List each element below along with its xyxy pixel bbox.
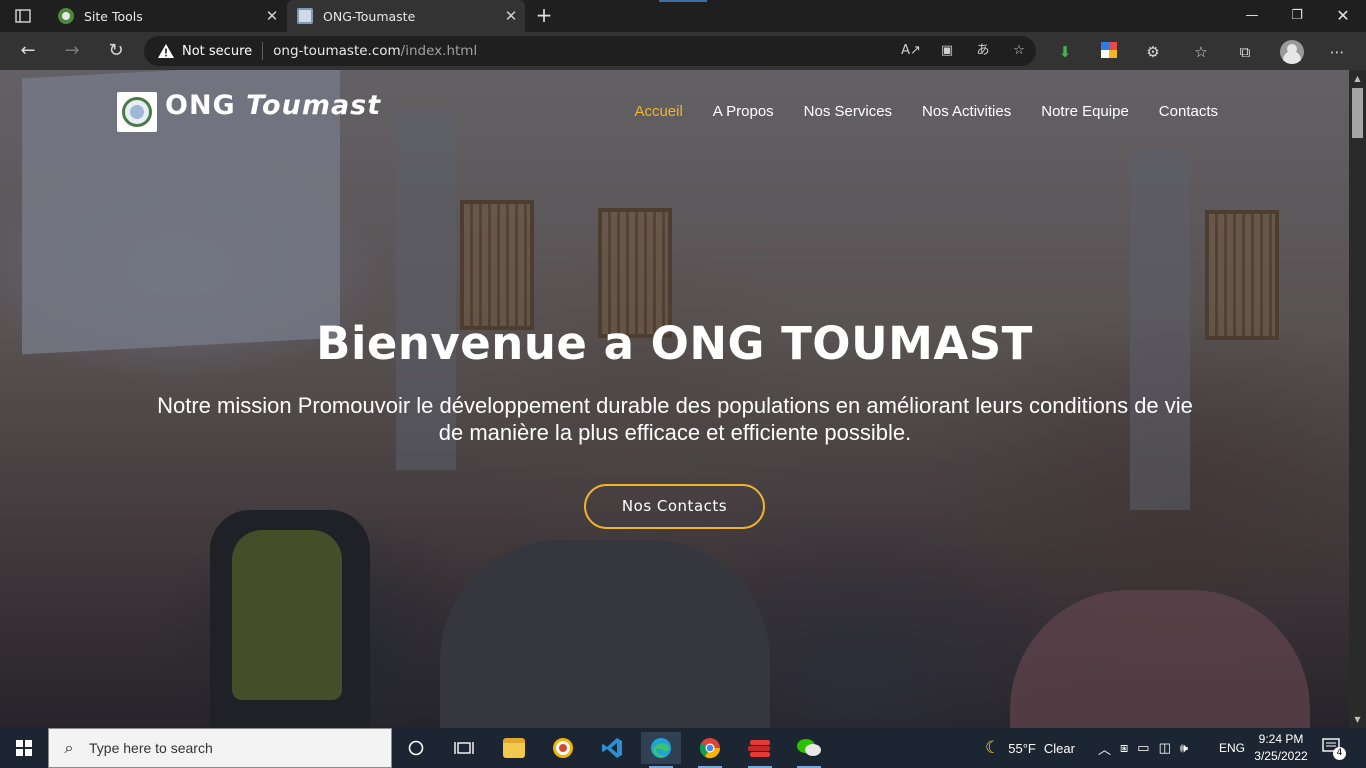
cortana-icon[interactable] bbox=[396, 732, 436, 764]
hero-subtitle-line: de manière la plus efficace et efficient… bbox=[438, 420, 912, 445]
weather-widget[interactable]: ☾ 55°F Clear bbox=[985, 728, 1075, 768]
tab-indicator bbox=[659, 0, 707, 2]
task-view-icon[interactable] bbox=[444, 732, 484, 764]
nav-item-accueil[interactable]: Accueil bbox=[619, 103, 697, 120]
browser-toolbar: ← → ↻ Not secure ong-toumaste.com/index.… bbox=[0, 32, 1366, 70]
vscode-icon[interactable] bbox=[592, 732, 632, 764]
nav-item-nos-activities[interactable]: Nos Activities bbox=[907, 103, 1026, 120]
site-brand[interactable]: ONG Toumast bbox=[165, 90, 381, 121]
battery-icon[interactable]: ▭ bbox=[1137, 740, 1149, 756]
tab-strip: Site Tools ✕ ONG-Toumaste ✕ + — ❐ ✕ bbox=[0, 0, 1366, 32]
weather-text: Clear bbox=[1043, 740, 1075, 756]
favorites-icon[interactable]: ☆ bbox=[1190, 41, 1212, 63]
reload-icon[interactable]: ↻ bbox=[102, 37, 130, 65]
security-label[interactable]: Not secure bbox=[182, 44, 252, 59]
logo-emblem-icon bbox=[122, 97, 152, 127]
notification-badge: 4 bbox=[1333, 747, 1346, 760]
extensions-icon[interactable]: ⚙ bbox=[1142, 41, 1164, 63]
brand-part2: Toumast bbox=[246, 90, 382, 121]
wechat-icon[interactable] bbox=[789, 732, 829, 768]
minimize-icon[interactable]: — bbox=[1229, 0, 1275, 32]
profile-avatar[interactable] bbox=[1280, 40, 1304, 64]
scroll-thumb[interactable] bbox=[1352, 88, 1363, 138]
new-tab-icon[interactable]: + bbox=[532, 4, 556, 28]
brand-part1: ONG bbox=[165, 90, 247, 121]
edge-icon[interactable] bbox=[641, 732, 681, 768]
sharex-extension-icon[interactable] bbox=[1098, 41, 1120, 63]
notification-center-icon[interactable]: 4 bbox=[1322, 738, 1346, 760]
volume-icon[interactable]: 🕪 bbox=[1180, 740, 1188, 756]
ong-favicon-icon bbox=[297, 8, 313, 24]
url-text[interactable]: ong-toumaste.com/index.html bbox=[273, 43, 477, 59]
close-window-icon[interactable]: ✕ bbox=[1320, 0, 1366, 32]
clock-date: 3/25/2022 bbox=[1254, 749, 1308, 763]
read-aloud-icon[interactable]: A↗ bbox=[900, 40, 922, 62]
search-placeholder: Type here to search bbox=[89, 740, 213, 756]
tab-actions-icon[interactable] bbox=[8, 5, 38, 27]
close-tab-icon[interactable]: ✕ bbox=[497, 7, 525, 25]
collections-icon[interactable]: ⧉ bbox=[1234, 41, 1256, 63]
file-explorer-icon[interactable] bbox=[494, 732, 534, 764]
hero-subtitle-line: Notre mission Promouvoir le développemen… bbox=[157, 393, 1193, 418]
hero-subtitle: Notre mission Promouvoir le développemen… bbox=[110, 392, 1240, 446]
translate-icon[interactable]: あ bbox=[972, 40, 994, 62]
search-icon: ⌕ bbox=[64, 738, 74, 757]
back-arrow-icon[interactable]: ← bbox=[14, 37, 42, 65]
system-tray-icons: ︿ ⧆ ▭ ◫ 🕪 bbox=[1098, 728, 1188, 768]
brave-icon[interactable] bbox=[543, 732, 583, 764]
tab-title: ONG-Toumaste bbox=[323, 8, 416, 24]
weather-temp: 55°F bbox=[1008, 740, 1036, 756]
address-separator bbox=[262, 42, 264, 60]
address-bar-actions: A↗ ▣ あ ☆ bbox=[900, 36, 1030, 66]
download-extension-icon[interactable]: ⬇ bbox=[1054, 41, 1076, 63]
chevron-up-icon[interactable]: ︿ bbox=[1098, 739, 1111, 758]
taskbar-search[interactable]: ⌕ Type here to search bbox=[48, 728, 392, 768]
network-icon[interactable]: ◫ bbox=[1159, 740, 1171, 756]
nav-item-contacts[interactable]: Contacts bbox=[1144, 103, 1233, 120]
more-menu-icon[interactable]: ⋯ bbox=[1326, 41, 1348, 63]
nav-item-notre-equipe[interactable]: Notre Equipe bbox=[1026, 103, 1144, 120]
nos-contacts-button[interactable]: Nos Contacts bbox=[584, 484, 765, 529]
site-tools-favicon-icon bbox=[58, 8, 74, 24]
tab-ong-toumaste[interactable]: ONG-Toumaste ✕ bbox=[287, 0, 525, 32]
taskbar-clock[interactable]: 9:24 PM 3/25/2022 bbox=[1248, 731, 1314, 765]
immersive-reader-icon[interactable]: ▣ bbox=[936, 40, 958, 62]
address-bar[interactable]: Not secure ong-toumaste.com/index.html A… bbox=[144, 36, 1036, 66]
hero-title: Bienvenue a ONG TOUMAST bbox=[316, 317, 1033, 370]
stack-app-icon[interactable] bbox=[740, 732, 780, 768]
warning-icon[interactable] bbox=[158, 43, 174, 59]
scroll-down-icon[interactable]: ▼ bbox=[1353, 715, 1362, 724]
app-tray-icon[interactable]: ⧆ bbox=[1120, 740, 1128, 756]
tab-title: Site Tools bbox=[84, 8, 143, 24]
windows-taskbar: ⌕ Type here to search ☾ 55°F Clear ︿ ⧆ ▭… bbox=[0, 728, 1366, 768]
forward-arrow-icon[interactable]: → bbox=[58, 37, 86, 65]
scroll-up-icon[interactable]: ▲ bbox=[1353, 74, 1362, 83]
windows-logo-icon bbox=[16, 740, 32, 756]
moon-icon: ☾ bbox=[985, 738, 1001, 757]
language-indicator[interactable]: ENG bbox=[1219, 728, 1245, 768]
start-button[interactable] bbox=[0, 728, 48, 768]
main-nav: Accueil A Propos Nos Services Nos Activi… bbox=[619, 103, 1233, 120]
add-favorite-icon[interactable]: ☆ bbox=[1008, 40, 1030, 62]
url-path: /index.html bbox=[400, 43, 478, 59]
page-viewport: ONG Toumast Accueil A Propos Nos Service… bbox=[0, 70, 1349, 728]
nav-item-a-propos[interactable]: A Propos bbox=[698, 103, 789, 120]
tab-site-tools[interactable]: Site Tools ✕ bbox=[48, 0, 286, 32]
close-tab-icon[interactable]: ✕ bbox=[258, 7, 286, 25]
restore-icon[interactable]: ❐ bbox=[1274, 0, 1320, 32]
nav-item-nos-services[interactable]: Nos Services bbox=[789, 103, 907, 120]
site-logo[interactable] bbox=[117, 92, 157, 132]
url-host: ong-toumaste.com bbox=[273, 43, 401, 59]
clock-time: 9:24 PM bbox=[1258, 732, 1304, 746]
chrome-icon[interactable] bbox=[690, 732, 730, 768]
page-scrollbar[interactable]: ▲ ▼ bbox=[1349, 70, 1366, 728]
